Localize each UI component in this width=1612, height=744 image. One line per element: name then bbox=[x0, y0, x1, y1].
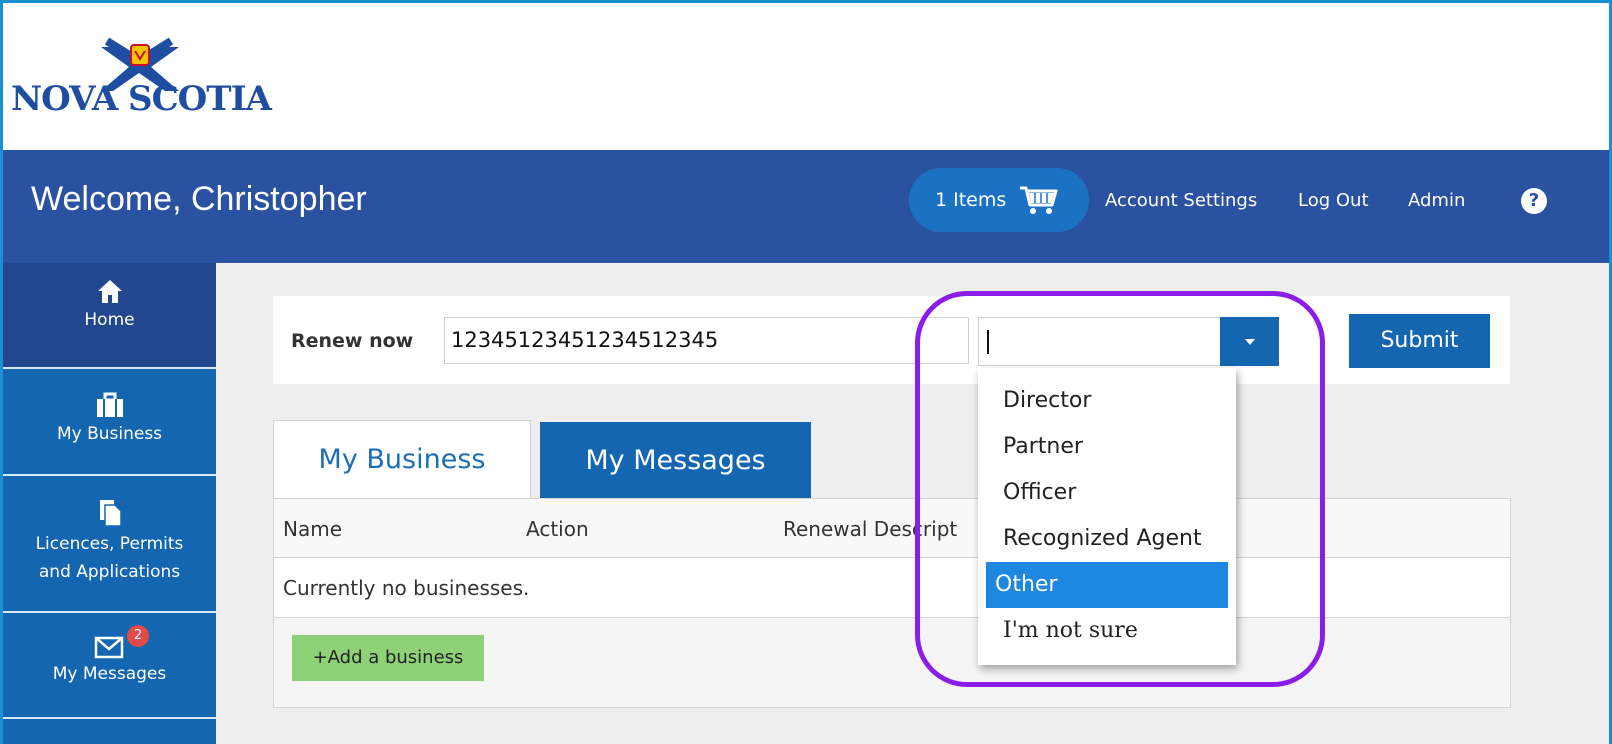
home-icon bbox=[97, 280, 122, 303]
sidebar-item-label: Home bbox=[84, 310, 135, 330]
sidebar-item-my-messages[interactable]: 2 My Messages bbox=[3, 611, 216, 717]
highlight-annotation bbox=[915, 291, 1325, 687]
column-header-name[interactable]: Name bbox=[283, 517, 342, 541]
document-icon bbox=[99, 500, 122, 527]
sidebar-item-home[interactable]: Home bbox=[3, 263, 216, 367]
sidebar-item-licences[interactable]: Licences, Permits and Applications bbox=[3, 474, 216, 611]
top-header: Welcome, Christopher 1 Items Account Set… bbox=[3, 150, 1609, 263]
main-content: Renew now 12345123451234512345 Submit My… bbox=[216, 263, 1609, 744]
sidebar-item-label: My Business bbox=[56, 424, 163, 444]
sidebar-item-my-business[interactable]: My Business bbox=[3, 367, 216, 474]
tab-my-messages[interactable]: My Messages bbox=[540, 422, 811, 498]
briefcase-icon bbox=[96, 392, 123, 417]
nova-scotia-logo[interactable]: NOVA SCOTIA bbox=[11, 37, 272, 119]
sidebar-nav: Home My Business Licences, Permits and A… bbox=[3, 263, 226, 744]
cart-count-label: 1 Items bbox=[935, 189, 1007, 211]
cart-button[interactable]: 1 Items bbox=[909, 168, 1089, 232]
submit-button[interactable]: Submit bbox=[1349, 314, 1490, 368]
unread-badge: 2 bbox=[127, 625, 149, 647]
sidebar-item-label: Licences, Permits bbox=[35, 534, 184, 554]
welcome-message: Welcome, Christopher bbox=[31, 180, 367, 218]
renewal-number-input[interactable]: 12345123451234512345 bbox=[444, 317, 969, 364]
envelope-icon bbox=[94, 636, 123, 659]
shopping-cart-icon bbox=[1020, 186, 1058, 214]
empty-state-text: Currently no businesses. bbox=[283, 576, 530, 600]
log-out-link[interactable]: Log Out bbox=[1298, 190, 1369, 211]
add-business-button[interactable]: +Add a business bbox=[292, 635, 484, 681]
renew-now-label: Renew now bbox=[291, 330, 414, 352]
column-header-action[interactable]: Action bbox=[526, 517, 589, 541]
app-frame: NOVA SCOTIA Welcome, Christopher 1 Items… bbox=[0, 0, 1612, 744]
sidebar-item-label: My Messages bbox=[52, 664, 167, 684]
tab-my-business[interactable]: My Business bbox=[273, 420, 531, 498]
account-settings-link[interactable]: Account Settings bbox=[1105, 190, 1257, 211]
logo-text: NOVA SCOTIA bbox=[11, 79, 272, 119]
admin-link[interactable]: Admin bbox=[1408, 190, 1465, 211]
sidebar-item-label-line2: and Applications bbox=[38, 562, 181, 582]
help-icon[interactable]: ? bbox=[1521, 188, 1547, 214]
business-table: Name Action Renewal Descript Currently n… bbox=[273, 498, 1511, 708]
sidebar-item-next[interactable] bbox=[3, 717, 216, 744]
